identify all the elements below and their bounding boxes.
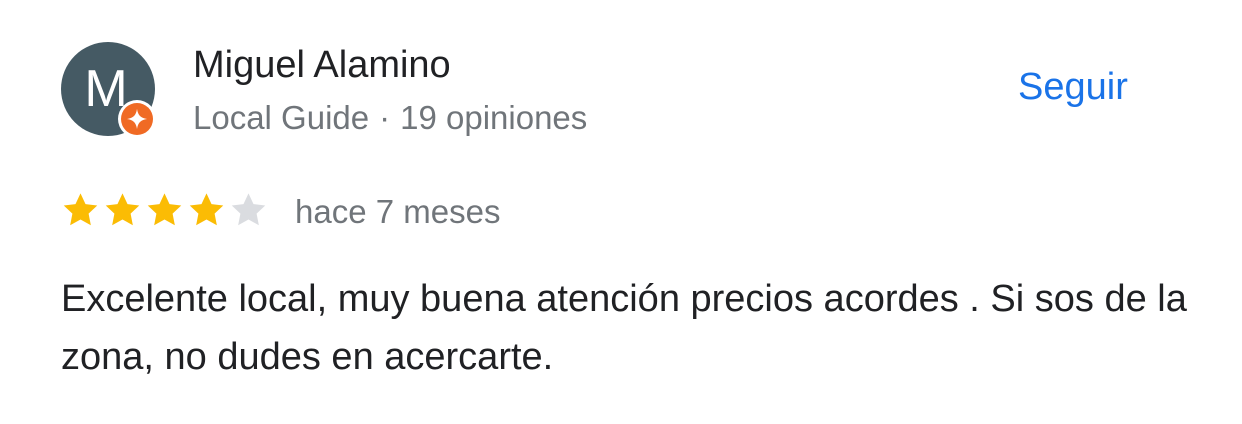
star-filled-icon [63, 193, 98, 226]
review-text: Excelente local, muy buena atención prec… [61, 278, 1187, 378]
local-guide-star-icon [121, 103, 153, 135]
review-date: hace 7 meses [295, 193, 501, 230]
follow-button[interactable]: Seguir [1012, 66, 1134, 109]
star-filled-icon [189, 193, 224, 226]
star-filled-icon [147, 193, 182, 226]
star-rating [60, 190, 269, 231]
reviewer-meta: Local Guide · 19 opiniones [193, 99, 587, 137]
reviewer-name[interactable]: Miguel Alamino [193, 44, 451, 87]
review-count: 19 opiniones [400, 99, 588, 136]
meta-separator: · [379, 99, 391, 136]
local-guide-badge [118, 100, 156, 138]
star-filled-icon [105, 193, 140, 226]
star-empty-icon [231, 193, 266, 226]
local-guide-label: Local Guide [193, 99, 370, 136]
